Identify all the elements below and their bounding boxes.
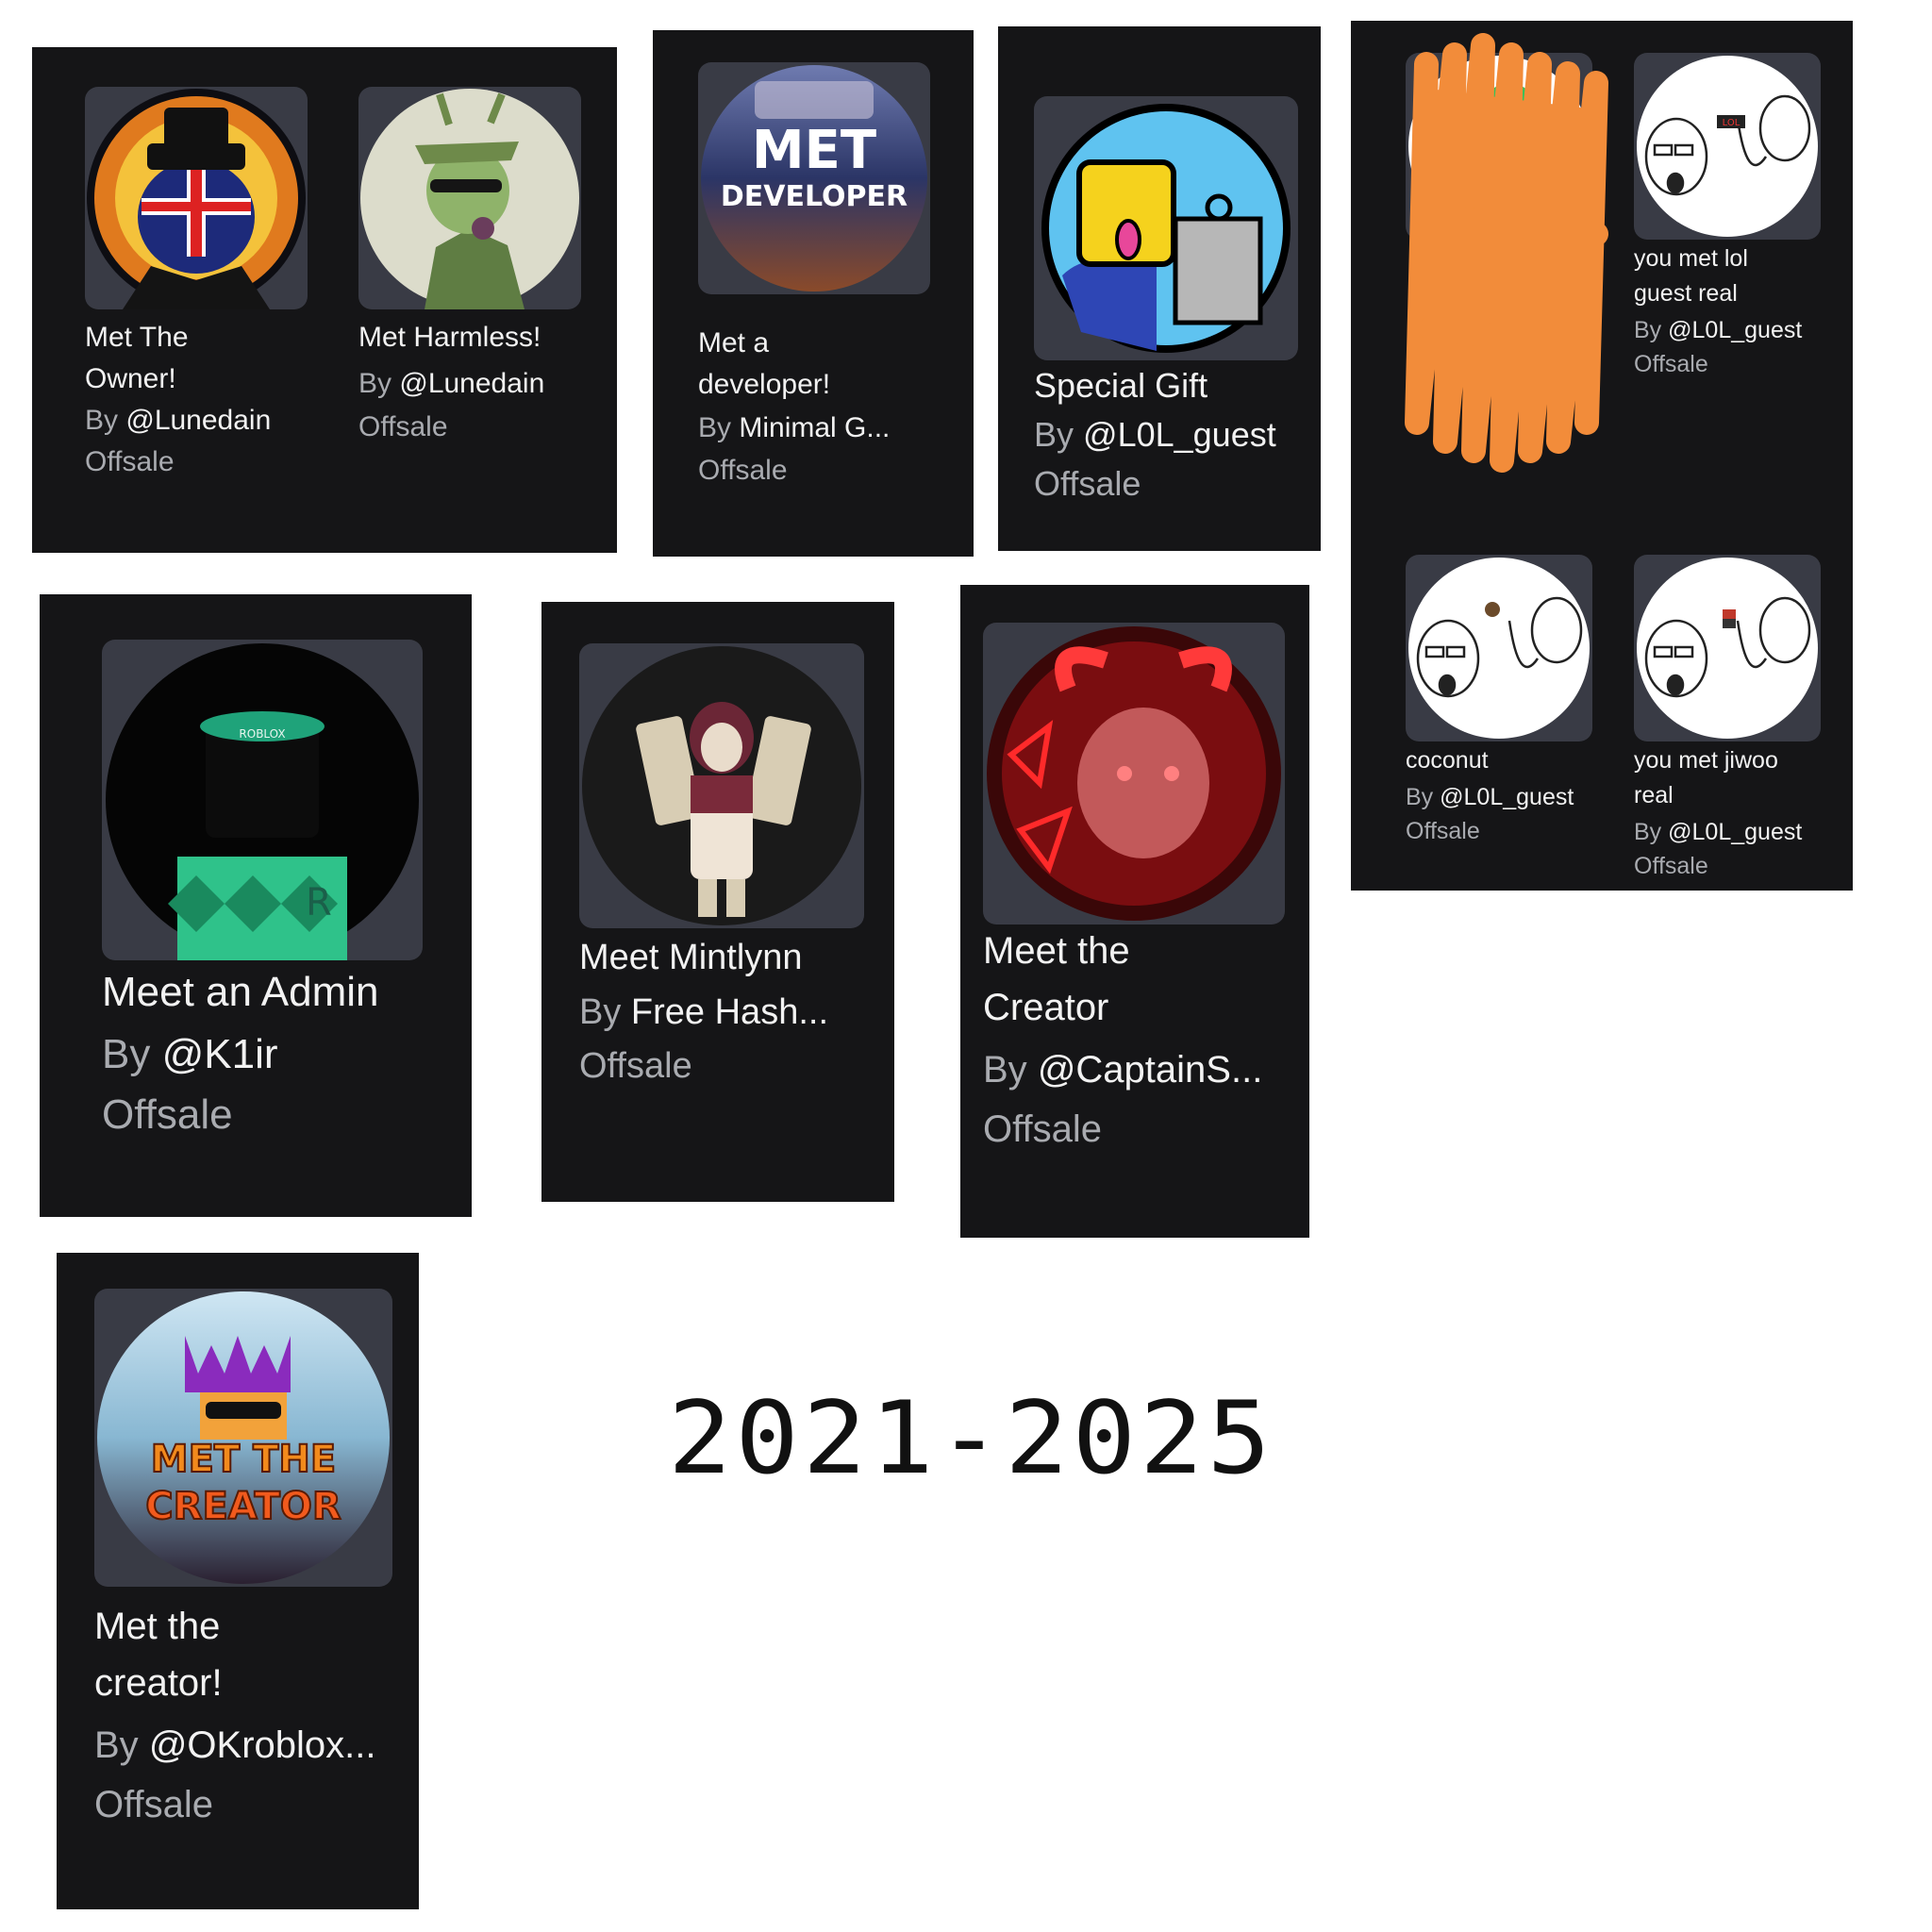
- admin-badge-icon: ROBLOX R: [106, 643, 419, 960]
- svg-text:R: R: [306, 881, 332, 924]
- creator-link[interactable]: @K1ir: [162, 1031, 278, 1077]
- badge-panel-4: LOL you met lol guest real By @L0L_guest …: [1351, 21, 1853, 891]
- badge-creator-line: By @L0L_guest: [1034, 415, 1276, 454]
- badge-card-special-gift[interactable]: Special Gift By @L0L_guest Offsale: [1034, 96, 1307, 521]
- badge-panel-8: MET THE CREATOR Met the creator! By @OKro…: [57, 1253, 419, 1909]
- badge-panel-7: Meet the Creator By @CaptainS... Offsale: [960, 585, 1309, 1238]
- badge-thumbnail[interactable]: MET THE CREATOR: [94, 1289, 392, 1587]
- badge-card-met-harmless[interactable]: Met Harmless! By @Lunedain Offsale: [358, 87, 594, 502]
- badge-title: Met a developer!: [698, 327, 831, 400]
- badge-creator-line: By @L0L_guest: [1634, 317, 1803, 343]
- badge-card-meet-mintlynn[interactable]: Meet Mintlynn By Free Hash... Offsale: [579, 643, 881, 1115]
- badge-creator-line: By @L0L_guest: [1634, 819, 1803, 845]
- harmless-badge-icon: [360, 89, 579, 309]
- badge-panel-1: Met The Owner! By @Lunedain Offsale Met H…: [32, 47, 617, 553]
- badge-thumbnail[interactable]: [1406, 555, 1592, 741]
- badge-status: Offsale: [85, 446, 175, 477]
- badge-status: Offsale: [1034, 464, 1141, 503]
- wojak-pointing-coconut-icon: [1408, 558, 1590, 739]
- badge-creator-line: By @Lunedain: [85, 405, 272, 436]
- svg-text:MET THE: MET THE: [151, 1438, 336, 1481]
- badge-card-meet-the-creator[interactable]: Meet the Creator By @CaptainS... Offsale: [983, 623, 1304, 1189]
- badge-thumbnail[interactable]: [983, 623, 1285, 924]
- badge-card-you-met-jiwoo-real[interactable]: you met jiwoo real By @L0L_guest Offsale: [1634, 555, 1841, 885]
- badge-card-met-the-creator[interactable]: MET THE CREATOR Met the creator! By @OKro…: [94, 1289, 415, 1855]
- creator-link[interactable]: @L0L_guest: [1668, 819, 1802, 845]
- badge-thumbnail[interactable]: [1034, 96, 1298, 360]
- badge-creator-line: By Minimal G...: [698, 412, 891, 443]
- mintlynn-badge-icon: [582, 646, 861, 925]
- badge-creator-line: By Free Hash...: [579, 992, 828, 1032]
- creator-link[interactable]: Minimal G...: [739, 412, 890, 443]
- wojak-pointing-jiwoo-icon: [1637, 558, 1818, 739]
- badge-title: Meet Mintlynn: [579, 938, 803, 977]
- badge-card-met-the-owner[interactable]: Met The Owner! By @Lunedain Offsale: [85, 87, 311, 502]
- badge-creator-line: By @Lunedain: [358, 368, 545, 399]
- special-gift-badge-icon: [1041, 104, 1291, 353]
- creator-link[interactable]: @L0L_guest: [1440, 784, 1574, 810]
- svg-text:CREATOR: CREATOR: [145, 1485, 341, 1528]
- creator-link[interactable]: @L0L_guest: [1668, 317, 1802, 343]
- creator-link[interactable]: @CaptainS...: [1038, 1049, 1263, 1091]
- badge-panel-6: Meet Mintlynn By Free Hash... Offsale: [541, 602, 894, 1202]
- badge-thumbnail[interactable]: [85, 87, 308, 309]
- met-the-creator-badge-icon: MET THE CREATOR: [97, 1291, 390, 1584]
- badge-creator-line: By @L0L_guest: [1406, 784, 1574, 810]
- badge-status: Offsale: [102, 1091, 233, 1138]
- badge-title: Meet an Admin: [102, 969, 379, 1015]
- badge-panel-2: MET DEVELOPER Met a developer! By Minimal…: [653, 30, 974, 557]
- badge-status: Offsale: [1634, 351, 1708, 377]
- creator-link[interactable]: @Lunedain: [399, 368, 544, 399]
- svg-text:MET: MET: [752, 120, 876, 181]
- badge-status: Offsale: [698, 455, 788, 486]
- badge-status: Offsale: [1406, 818, 1480, 844]
- badge-thumbnail[interactable]: ROBLOX R: [102, 640, 423, 960]
- owner-badge-icon: [87, 89, 306, 309]
- badge-title: Met The Owner!: [85, 322, 189, 394]
- creator-link[interactable]: @OKroblox...: [149, 1724, 376, 1766]
- developer-badge-icon: MET DEVELOPER: [701, 65, 927, 291]
- badge-panel-3: Special Gift By @L0L_guest Offsale: [998, 26, 1321, 551]
- badge-thumbnail[interactable]: [1634, 555, 1821, 741]
- badge-title: coconut: [1406, 747, 1489, 774]
- badge-card-met-a-developer[interactable]: MET DEVELOPER Met a developer! By Minimal…: [698, 62, 934, 506]
- badge-thumbnail[interactable]: [579, 643, 864, 928]
- badge-status: Offsale: [358, 411, 448, 442]
- svg-text:ROBLOX: ROBLOX: [239, 727, 285, 741]
- creator-link[interactable]: Free Hash...: [631, 992, 828, 1032]
- badge-status: Offsale: [983, 1108, 1102, 1150]
- badge-creator-line: By @K1ir: [102, 1031, 278, 1077]
- badge-card-meet-an-admin[interactable]: ROBLOX R Meet an Admin By @K1ir Offsale: [102, 640, 441, 1168]
- creator-link[interactable]: @Lunedain: [125, 405, 271, 436]
- badge-title: you met lol guest real: [1634, 245, 1748, 307]
- creator-link[interactable]: @L0L_guest: [1083, 415, 1276, 454]
- badge-creator-line: By @CaptainS...: [983, 1049, 1263, 1091]
- badge-title: you met jiwoo real: [1634, 747, 1778, 808]
- scribble-overlay: [1405, 33, 1608, 473]
- badge-card-you-met-lol-guest-real[interactable]: LOL you met lol guest real By @L0L_guest …: [1634, 53, 1832, 411]
- svg-text:DEVELOPER: DEVELOPER: [721, 180, 908, 213]
- badge-title: Special Gift: [1034, 366, 1208, 405]
- badge-thumbnail[interactable]: LOL: [1634, 53, 1821, 240]
- badge-creator-line: By @OKroblox...: [94, 1724, 376, 1766]
- wojak-pointing-lol-icon: LOL: [1637, 56, 1818, 237]
- creator-red-badge-icon: [987, 626, 1281, 921]
- badge-title: Meet the Creator: [983, 930, 1130, 1028]
- badge-status: Offsale: [579, 1046, 692, 1086]
- badge-card-coconut[interactable]: coconut By @L0L_guest Offsale: [1406, 555, 1604, 875]
- badge-thumbnail[interactable]: MET DEVELOPER: [698, 62, 930, 294]
- badge-status: Offsale: [1634, 853, 1708, 879]
- badge-card-scribbled[interactable]: [1405, 33, 1608, 473]
- badge-title: Met Harmless!: [358, 322, 541, 353]
- year-range-caption: 2021-2025: [668, 1380, 1274, 1497]
- badge-title: Met the creator!: [94, 1606, 223, 1704]
- svg-text:LOL: LOL: [1723, 118, 1740, 128]
- badge-thumbnail[interactable]: [358, 87, 581, 309]
- badge-status: Offsale: [94, 1784, 213, 1825]
- badge-panel-5: ROBLOX R Meet an Admin By @K1ir Offsale: [40, 594, 472, 1217]
